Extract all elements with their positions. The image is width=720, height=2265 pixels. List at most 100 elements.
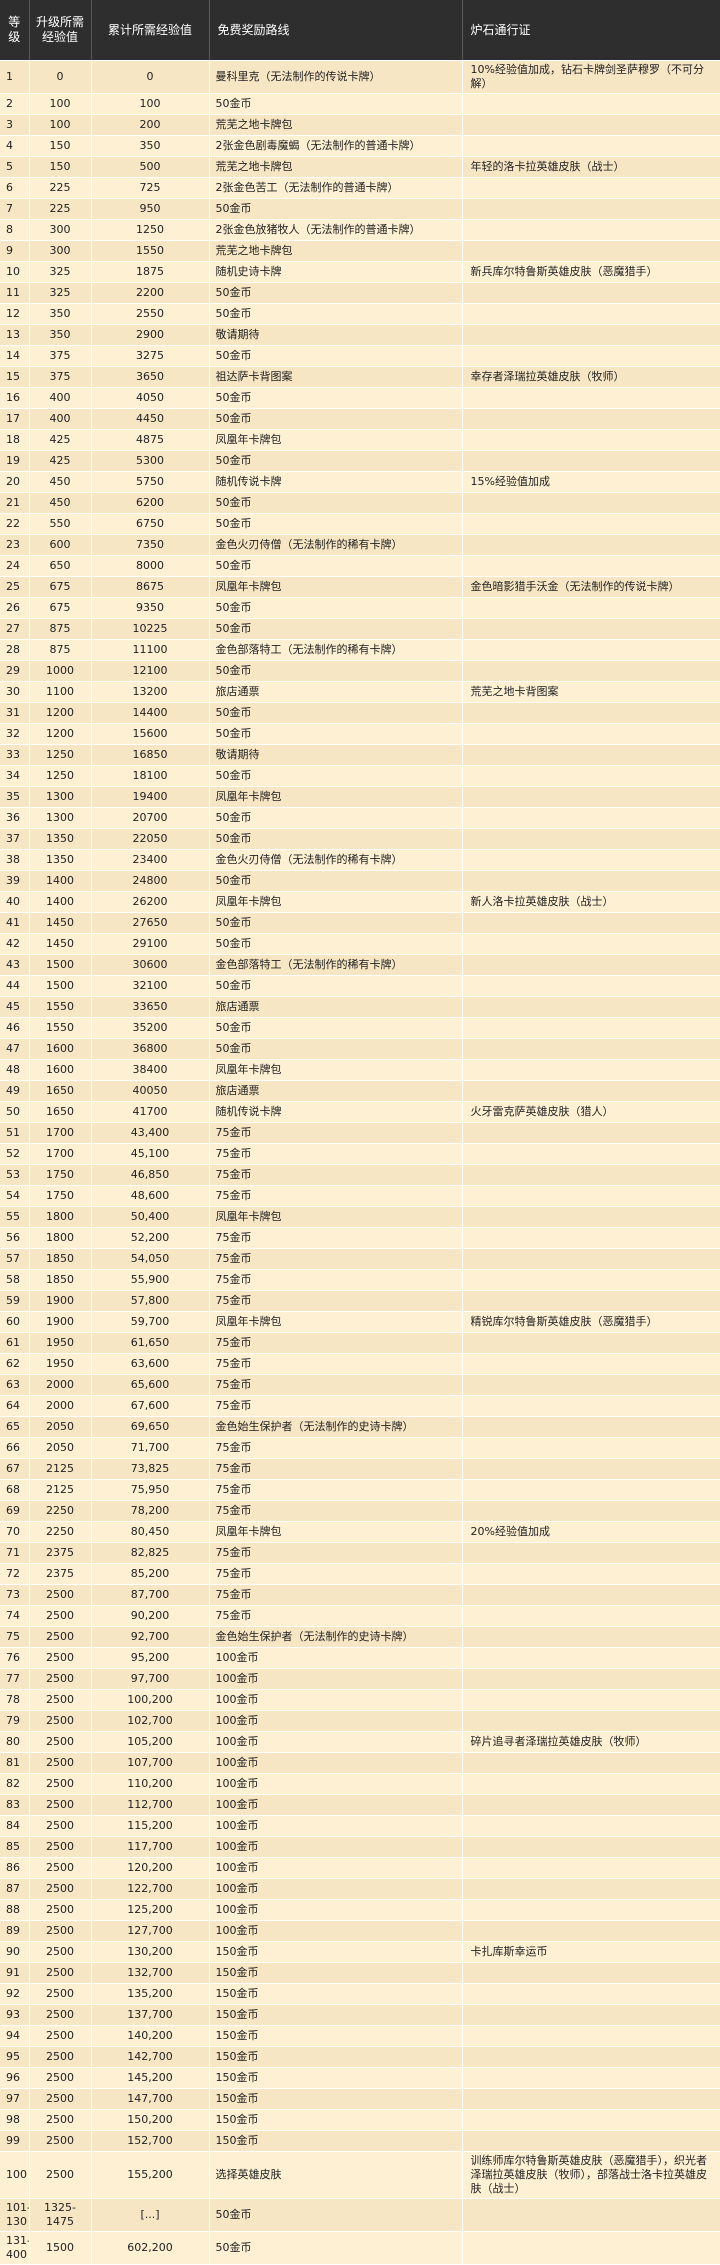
required-xp-cell: 2500: [29, 1857, 92, 1879]
cumulative-xp-cell: 85,200: [91, 1563, 210, 1585]
cumulative-xp-cell: 145,200: [91, 2067, 210, 2089]
pass-reward-cell: 荒芜之地卡背图案: [462, 681, 720, 703]
level-cell: 52: [0, 1143, 30, 1165]
required-xp-cell: 0: [29, 60, 92, 94]
cumulative-xp-cell: 35200: [91, 1017, 210, 1039]
required-xp-cell: 1750: [29, 1164, 92, 1186]
level-cell: 66: [0, 1437, 30, 1459]
level-cell: 32: [0, 723, 30, 745]
pass-reward-cell: [462, 1269, 720, 1291]
level-cell: 38: [0, 849, 30, 871]
required-xp-cell: 600: [29, 534, 92, 556]
pass-reward-cell: [462, 1164, 720, 1186]
table-row: 42 1450 29100 50金币: [0, 933, 720, 955]
pass-reward-cell: [462, 1920, 720, 1942]
free-reward-cell: 凤凰年卡牌包: [209, 1059, 463, 1081]
required-xp-cell: 2500: [29, 1605, 92, 1627]
free-reward-cell: 100金币: [209, 1773, 463, 1795]
free-reward-cell: 75金币: [209, 1458, 463, 1480]
free-reward-cell: 凤凰年卡牌包: [209, 786, 463, 808]
free-reward-cell: 150金币: [209, 2046, 463, 2068]
cumulative-xp-cell: 22050: [91, 828, 210, 850]
table-row: 97 2500 147,700 150金币: [0, 2088, 720, 2110]
level-cell: 57: [0, 1248, 30, 1270]
free-reward-cell: 50金币: [209, 387, 463, 409]
cumulative-xp-cell: 10225: [91, 618, 210, 640]
table-row: 32 1200 15600 50金币: [0, 723, 720, 745]
cumulative-xp-cell: 117,700: [91, 1836, 210, 1858]
required-xp-cell: 2500: [29, 2151, 92, 2199]
level-cell: 94: [0, 2025, 30, 2047]
table-row: 77 2500 97,700 100金币: [0, 1668, 720, 1690]
required-xp-cell: 1850: [29, 1269, 92, 1291]
pass-reward-cell: [462, 429, 720, 451]
cumulative-xp-cell: 1875: [91, 261, 210, 283]
cumulative-xp-cell: 87,700: [91, 1584, 210, 1606]
table-row: 8 300 1250 2张金色放猪牧人（无法制作的普通卡牌）: [0, 219, 720, 241]
table-row: 22 550 6750 50金币: [0, 513, 720, 535]
required-xp-cell: 1850: [29, 1248, 92, 1270]
cumulative-xp-cell: 32100: [91, 975, 210, 997]
level-cell: 96: [0, 2067, 30, 2089]
header-required-xp: 升级所需经验值: [29, 0, 92, 61]
level-cell: 15: [0, 366, 30, 388]
pass-reward-cell: 卡扎库斯幸运币: [462, 1941, 720, 1963]
pass-reward-cell: [462, 1332, 720, 1354]
required-xp-cell: 2500: [29, 2109, 92, 2131]
cumulative-xp-cell: 12100: [91, 660, 210, 682]
table-row: 14 375 3275 50金币: [0, 345, 720, 367]
table-row: 86 2500 120,200 100金币: [0, 1857, 720, 1879]
free-reward-cell: 旅店通票: [209, 1080, 463, 1102]
free-reward-cell: 荒芜之地卡牌包: [209, 240, 463, 262]
pass-reward-cell: [462, 912, 720, 934]
table-body: 1 0 0 曼科里克（无法制作的传说卡牌） 10%经验值加成，钻石卡牌剑圣萨穆罗（不可分…: [0, 60, 720, 2265]
header-free-track: 免费奖励路线: [209, 0, 463, 61]
pass-reward-cell: 新兵库尔特鲁斯英雄皮肤（恶魔猎手）: [462, 261, 720, 283]
table-row: 131-400 1500 602,200 50金币: [0, 2231, 720, 2265]
required-xp-cell: 1100: [29, 681, 92, 703]
cumulative-xp-cell: 43,400: [91, 1122, 210, 1144]
pass-reward-cell: [462, 2109, 720, 2131]
free-reward-cell: 50金币: [209, 408, 463, 430]
required-xp-cell: 2250: [29, 1521, 92, 1543]
required-xp-cell: 2500: [29, 2088, 92, 2110]
required-xp-cell: 225: [29, 177, 92, 199]
free-reward-cell: 100金币: [209, 1878, 463, 1900]
cumulative-xp-cell: 6200: [91, 492, 210, 514]
pass-reward-cell: [462, 1794, 720, 1816]
table-row: 69 2250 78,200 75金币: [0, 1500, 720, 1522]
required-xp-cell: 1350: [29, 828, 92, 850]
free-reward-cell: 50金币: [209, 765, 463, 787]
free-reward-cell: 曼科里克（无法制作的传说卡牌）: [209, 60, 463, 94]
cumulative-xp-cell: 9350: [91, 597, 210, 619]
free-reward-cell: 150金币: [209, 2067, 463, 2089]
pass-reward-cell: 15%经验值加成: [462, 471, 720, 493]
free-reward-cell: 凤凰年卡牌包: [209, 576, 463, 598]
required-xp-cell: 1950: [29, 1332, 92, 1354]
cumulative-xp-cell: 92,700: [91, 1626, 210, 1648]
table-row: 100 2500 155,200 选择英雄皮肤 训练师库尔特鲁斯英雄皮肤（恶魔猎手），织…: [0, 2151, 720, 2199]
free-reward-cell: 荒芜之地卡牌包: [209, 114, 463, 136]
cumulative-xp-cell: 3650: [91, 366, 210, 388]
free-reward-cell: 祖达萨卡背图案: [209, 366, 463, 388]
required-xp-cell: 1250: [29, 765, 92, 787]
level-cell: 78: [0, 1689, 30, 1711]
level-cell: 48: [0, 1059, 30, 1081]
required-xp-cell: 1200: [29, 723, 92, 745]
pass-reward-cell: [462, 1185, 720, 1207]
pass-reward-cell: [462, 114, 720, 136]
free-reward-cell: 50金币: [209, 597, 463, 619]
pass-reward-cell: [462, 2088, 720, 2110]
table-row: 44 1500 32100 50金币: [0, 975, 720, 997]
level-cell: 34: [0, 765, 30, 787]
required-xp-cell: 650: [29, 555, 92, 577]
required-xp-cell: 100: [29, 93, 92, 115]
pass-reward-cell: [462, 1836, 720, 1858]
free-reward-cell: 50金币: [209, 660, 463, 682]
table-row: 59 1900 57,800 75金币: [0, 1290, 720, 1312]
required-xp-cell: 2500: [29, 1584, 92, 1606]
level-cell: 81: [0, 1752, 30, 1774]
required-xp-cell: 2250: [29, 1500, 92, 1522]
table-row: 13 350 2900 敬请期待: [0, 324, 720, 346]
free-reward-cell: 150金币: [209, 2109, 463, 2131]
